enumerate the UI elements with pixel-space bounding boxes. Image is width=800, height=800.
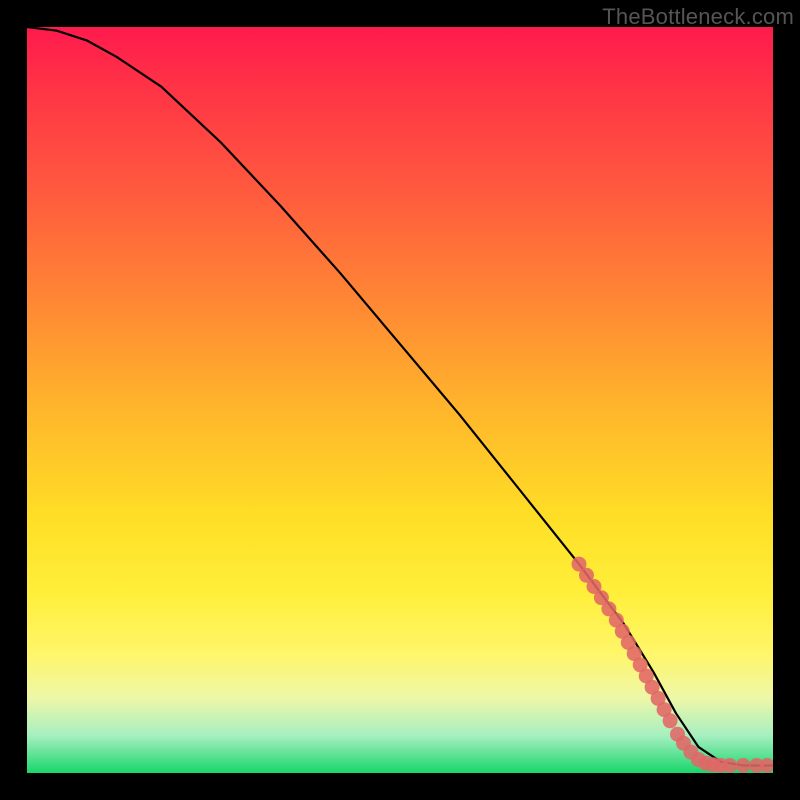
watermark-text: TheBottleneck.com xyxy=(602,4,794,30)
highlight-dot xyxy=(663,713,678,728)
highlight-dot xyxy=(722,758,737,773)
highlight-dot xyxy=(736,758,751,773)
bottleneck-curve xyxy=(27,27,773,766)
plot-area xyxy=(27,27,773,773)
chart-frame: TheBottleneck.com xyxy=(0,0,800,800)
curve-line xyxy=(27,27,773,766)
chart-overlay xyxy=(27,27,773,773)
highlight-dots-group xyxy=(572,557,774,773)
